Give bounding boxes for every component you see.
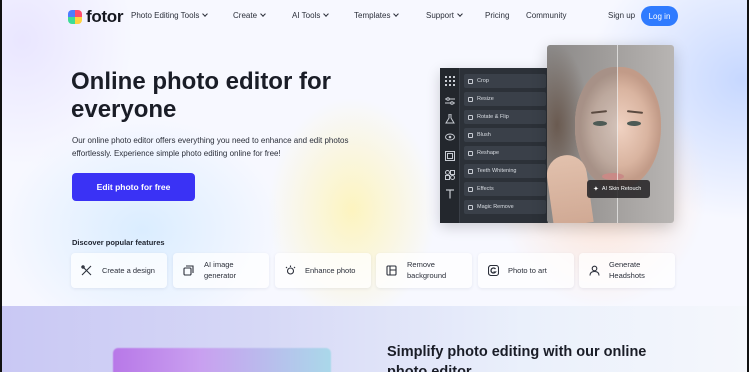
nav-label: Photo Editing Tools bbox=[131, 11, 200, 20]
tool-crop: Crop bbox=[464, 74, 546, 88]
feature-label: Generate Headshots bbox=[609, 260, 645, 280]
tool-label: Teeth Whitening bbox=[477, 168, 517, 174]
fotor-logo-icon bbox=[68, 10, 82, 24]
hero-description: Our online photo editor offers everythin… bbox=[72, 136, 349, 158]
feature-label: Remove background bbox=[407, 260, 447, 280]
tool-label: Reshape bbox=[477, 150, 500, 156]
tool-label: Blush bbox=[477, 132, 491, 138]
section-preview-image bbox=[113, 348, 331, 372]
edit-photo-button[interactable]: Edit photo for free bbox=[72, 173, 195, 201]
blush-icon bbox=[468, 132, 473, 138]
photo-lips bbox=[602, 173, 624, 180]
nav-label: Templates bbox=[354, 11, 391, 20]
tool-blush: Blush bbox=[464, 128, 546, 142]
tool-teeth-whitening: Teeth Whitening bbox=[464, 164, 546, 178]
nav-pricing[interactable]: Pricing bbox=[485, 11, 509, 20]
feature-create-design[interactable]: Create a design bbox=[71, 253, 167, 288]
badge-label: AI Skin Retouch bbox=[601, 186, 642, 192]
reshape-icon bbox=[468, 150, 473, 156]
design-tools-icon bbox=[81, 265, 92, 276]
fotor-logo[interactable]: fotor bbox=[68, 7, 124, 27]
feature-label: Enhance photo bbox=[305, 266, 356, 275]
signup-link[interactable]: Sign up bbox=[608, 11, 635, 20]
feature-label: AI image generator bbox=[204, 260, 237, 280]
login-button[interactable]: Log in bbox=[641, 6, 678, 26]
flask-icon bbox=[445, 114, 455, 124]
ai-skin-retouch-badge: ✦ AI Skin Retouch bbox=[587, 180, 650, 198]
text-icon bbox=[445, 189, 455, 199]
sliders-icon bbox=[445, 96, 455, 106]
nav-photo-editing-tools[interactable]: Photo Editing Tools bbox=[131, 11, 209, 20]
nav-label: Pricing bbox=[485, 11, 510, 20]
chevron-down-icon bbox=[457, 11, 463, 17]
nav-ai-tools[interactable]: AI Tools bbox=[292, 11, 330, 20]
feature-generate-headshots[interactable]: Generate Headshots bbox=[579, 253, 675, 288]
feature-label: Create a design bbox=[102, 266, 155, 275]
tool-label: Magic Remove bbox=[477, 204, 514, 210]
editor-preview-panel: Crop Resize Rotate & Flip Blush Reshape … bbox=[440, 68, 550, 223]
grid-icon bbox=[445, 76, 455, 86]
frame-icon bbox=[445, 151, 455, 161]
enhance-icon bbox=[285, 265, 296, 276]
magic-remove-icon bbox=[468, 204, 473, 210]
editor-tool-rail bbox=[440, 68, 460, 223]
photo-eye bbox=[627, 121, 641, 126]
photo-to-art-icon bbox=[488, 265, 499, 276]
teeth-icon bbox=[468, 168, 473, 174]
tool-effects: Effects bbox=[464, 182, 546, 196]
nav-templates[interactable]: Templates bbox=[354, 11, 400, 20]
feature-enhance-photo[interactable]: Enhance photo bbox=[275, 253, 371, 288]
nav-label: Community bbox=[526, 11, 567, 20]
feature-label: Photo to art bbox=[508, 266, 547, 275]
tool-reshape: Reshape bbox=[464, 146, 546, 160]
nav-create[interactable]: Create bbox=[233, 11, 266, 20]
logo-text: fotor bbox=[86, 7, 124, 26]
sparkle-icon: ✦ bbox=[593, 186, 599, 193]
nav-label: AI Tools bbox=[292, 11, 321, 20]
chevron-down-icon bbox=[393, 11, 400, 17]
chevron-down-icon bbox=[260, 11, 266, 17]
section-title: Simplify photo editing with our online p… bbox=[387, 344, 647, 372]
tool-label: Effects bbox=[477, 186, 494, 192]
nav-support[interactable]: Support bbox=[426, 11, 463, 20]
tool-label: Crop bbox=[477, 78, 489, 84]
effects-icon bbox=[468, 186, 473, 192]
ai-image-icon bbox=[183, 265, 194, 276]
remove-background-icon bbox=[386, 265, 397, 276]
tool-rotate-flip: Rotate & Flip bbox=[464, 110, 546, 124]
feature-remove-background[interactable]: Remove background bbox=[376, 253, 472, 288]
feature-photo-to-art[interactable]: Photo to art bbox=[478, 253, 574, 288]
chevron-down-icon bbox=[202, 11, 209, 17]
top-nav: fotor Photo Editing Tools Create AI Tool… bbox=[0, 0, 749, 32]
nav-label: Support bbox=[426, 11, 455, 20]
nav-community[interactable]: Community bbox=[526, 11, 566, 20]
nav-label: Create bbox=[233, 11, 258, 20]
crop-icon bbox=[468, 78, 473, 84]
tool-label: Resize bbox=[477, 96, 494, 102]
tool-label: Rotate & Flip bbox=[477, 114, 509, 120]
hero-title: Online photo editor for everyone bbox=[71, 68, 331, 123]
feature-ai-image-generator[interactable]: AI image generator bbox=[173, 253, 269, 288]
elements-icon bbox=[445, 170, 455, 180]
features-title: Discover popular features bbox=[72, 238, 165, 247]
tool-magic-remove: Magic Remove bbox=[464, 200, 546, 214]
photo-eye bbox=[593, 121, 607, 126]
rotate-icon bbox=[468, 114, 473, 120]
chevron-down-icon bbox=[323, 11, 330, 17]
headshot-icon bbox=[589, 265, 600, 276]
eye-icon bbox=[445, 132, 455, 142]
tool-resize: Resize bbox=[464, 92, 546, 106]
resize-icon bbox=[468, 96, 473, 102]
